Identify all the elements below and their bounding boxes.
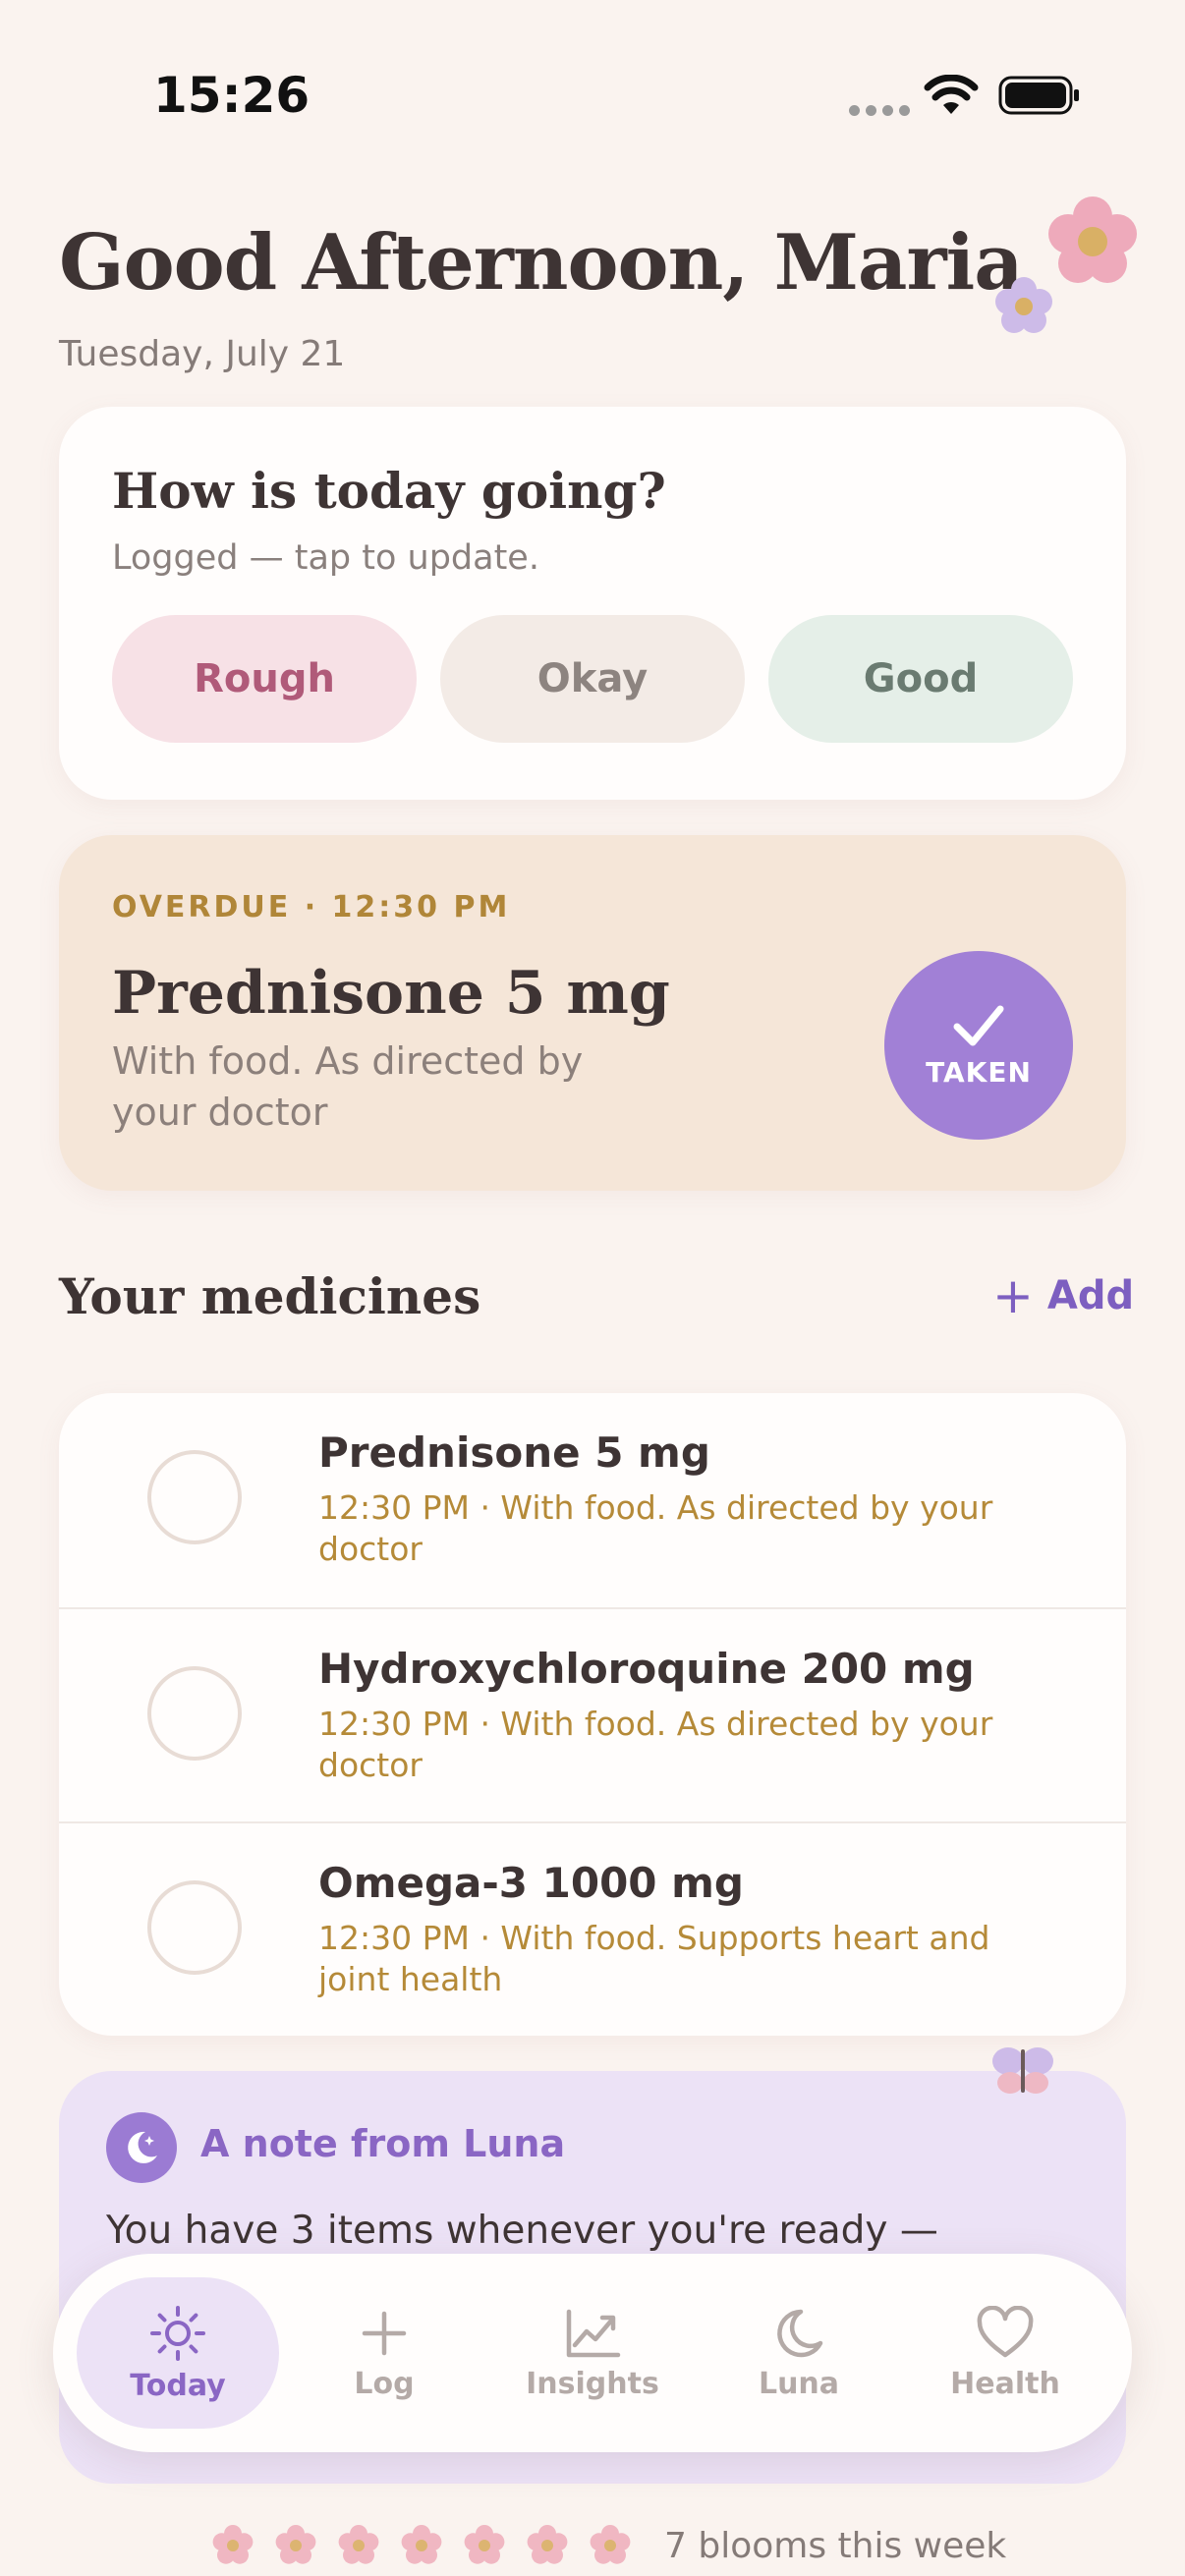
taken-button-label: TAKEN <box>926 1055 1032 1089</box>
signal-icon <box>849 105 910 116</box>
status-time: 15:26 <box>153 67 310 124</box>
mood-card[interactable]: How is today going? Logged — tap to upda… <box>59 407 1126 800</box>
medicine-name: Omega-3 1000 mg <box>318 1859 744 1907</box>
medicine-name: Prednisone 5 mg <box>318 1428 710 1477</box>
medicine-detail: 12:30 PM · With food. As directed by you… <box>318 1488 993 1568</box>
luna-note-title: A note from Luna <box>200 2122 566 2165</box>
bloom-flower-icon <box>590 2525 631 2564</box>
medicine-list: Prednisone 5 mg 12:30 PM · With food. As… <box>59 1393 1126 2036</box>
tab-bar: Today Log Insights Luna Health <box>53 2254 1132 2452</box>
plus-icon <box>362 2311 407 2355</box>
mood-rough-button[interactable]: Rough <box>112 615 417 743</box>
overdue-medicine-name: Prednisone 5 mg <box>112 959 670 1028</box>
butterfly-icon <box>992 2047 1053 2094</box>
medicines-section-title: Your medicines <box>59 1267 481 1325</box>
tab-label: Today <box>130 2368 226 2403</box>
bloom-flower-icon <box>275 2525 316 2564</box>
date-subtitle: Tuesday, July 21 <box>59 334 346 374</box>
moon-stars-icon <box>106 2112 177 2183</box>
battery-icon <box>998 76 1079 115</box>
medicine-detail: 12:30 PM · With food. Supports heart and… <box>318 1919 990 1998</box>
bloom-flower-icon <box>212 2525 254 2564</box>
luna-note-text: You have 3 items whenever you're ready — <box>106 2209 938 2253</box>
wifi-icon <box>924 75 979 114</box>
tab-label: Luna <box>758 2366 840 2401</box>
bloom-flower-icon <box>464 2525 505 2564</box>
tab-label: Health <box>950 2366 1060 2401</box>
taken-button[interactable]: TAKEN <box>884 951 1073 1140</box>
blooms-icons <box>208 2521 635 2570</box>
tab-luna[interactable]: Luna <box>698 2277 900 2429</box>
medicine-name: Hydroxychloroquine 200 mg <box>318 1645 975 1693</box>
tab-log[interactable]: Log <box>283 2277 485 2429</box>
blooms-text: 7 blooms this week <box>664 2525 1007 2566</box>
greeting-title: Good Afternoon, Maria <box>59 218 1024 308</box>
checkmark-icon <box>953 1005 1004 1045</box>
medicine-row[interactable]: Prednisone 5 mg 12:30 PM · With food. As… <box>59 1393 1126 1607</box>
medicine-checkbox[interactable] <box>147 1880 242 1975</box>
flower-decoration-icon <box>995 196 1137 333</box>
tab-health[interactable]: Health <box>904 2277 1106 2429</box>
blooms-row: 7 blooms this week <box>208 2521 1006 2570</box>
chart-icon <box>566 2309 621 2357</box>
bloom-flower-icon <box>401 2525 442 2564</box>
mood-good-button[interactable]: Good <box>768 615 1073 743</box>
mood-title: How is today going? <box>112 462 666 520</box>
overdue-medicine-note: With food. As directed by your doctor <box>112 1039 584 1134</box>
bloom-flower-icon <box>338 2525 379 2564</box>
medicine-checkbox[interactable] <box>147 1666 242 1761</box>
overdue-dose-card[interactable]: OVERDUE · 12:30 PM Prednisone 5 mg With … <box>59 835 1126 1191</box>
bloom-flower-icon <box>527 2525 568 2564</box>
medicine-detail: 12:30 PM · With food. As directed by you… <box>318 1705 993 1784</box>
heart-icon <box>977 2305 1034 2357</box>
overdue-label: OVERDUE · 12:30 PM <box>112 890 511 924</box>
add-medicine-button[interactable]: + Add <box>992 1267 1135 1324</box>
tab-label: Insights <box>526 2366 659 2401</box>
plus-icon: + <box>992 1267 1034 1324</box>
medicine-row[interactable]: Omega-3 1000 mg 12:30 PM · With food. Su… <box>59 1821 1126 2036</box>
tab-today[interactable]: Today <box>77 2277 279 2429</box>
moon-icon <box>777 2309 823 2357</box>
medicine-checkbox[interactable] <box>147 1450 242 1544</box>
mood-okay-button[interactable]: Okay <box>440 615 745 743</box>
add-medicine-label: Add <box>1046 1273 1135 1318</box>
medicine-row[interactable]: Hydroxychloroquine 200 mg 12:30 PM · Wit… <box>59 1607 1126 1821</box>
sun-icon <box>150 2305 205 2361</box>
tab-label: Log <box>354 2366 415 2401</box>
mood-subtitle: Logged — tap to update. <box>112 538 539 578</box>
tab-insights[interactable]: Insights <box>491 2277 694 2429</box>
